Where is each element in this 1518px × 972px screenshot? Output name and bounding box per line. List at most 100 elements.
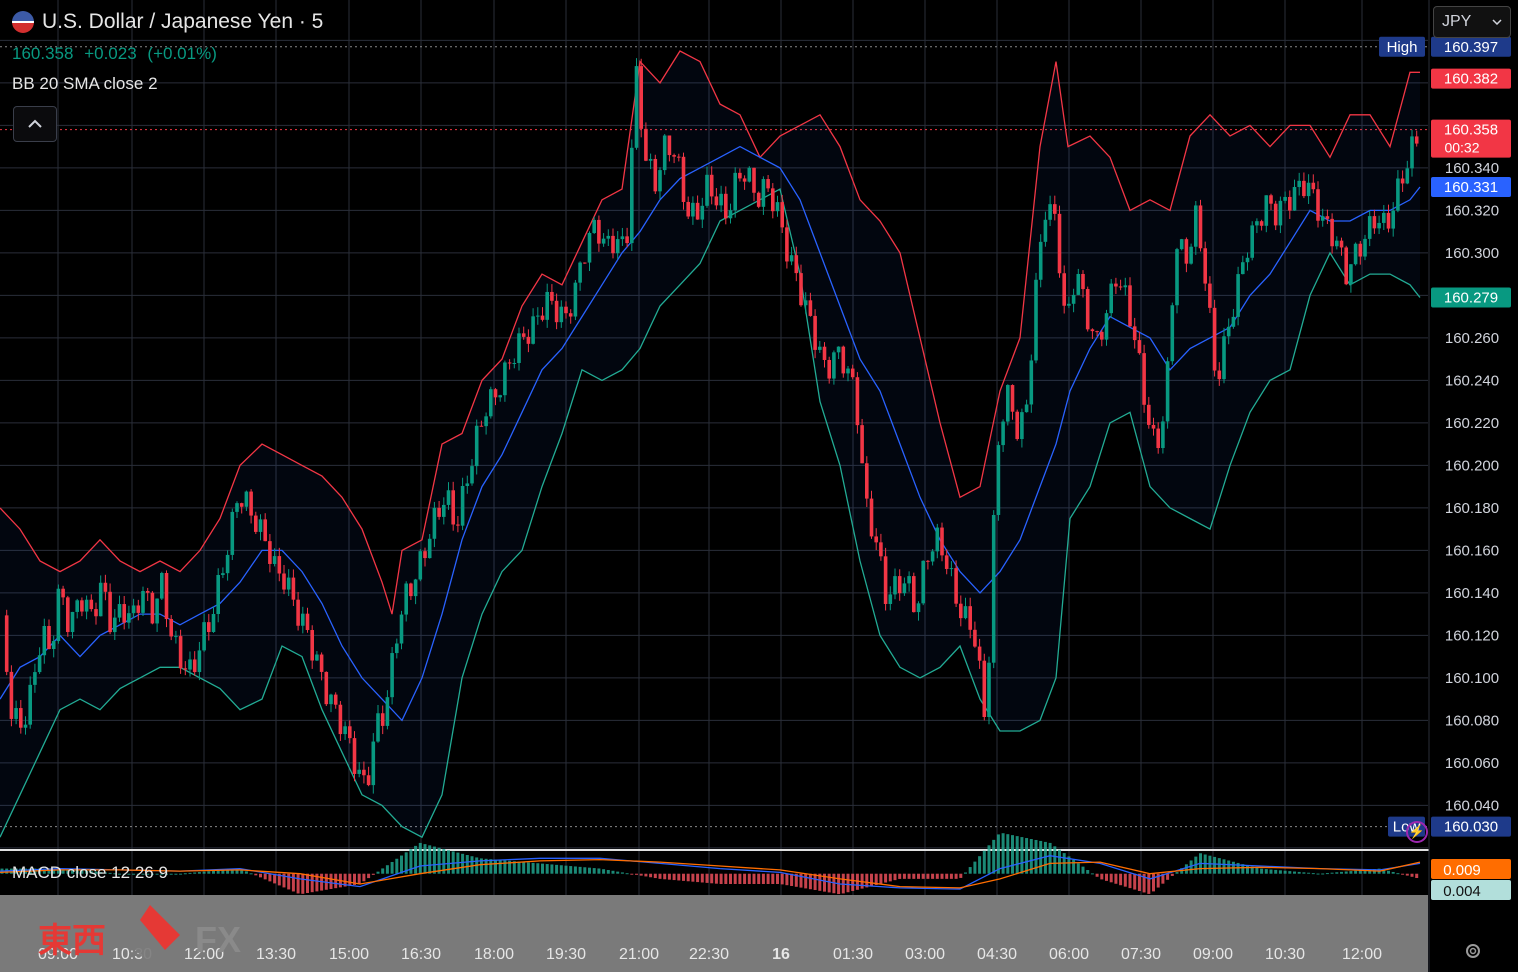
macd-histogram-bar	[1090, 873, 1094, 875]
candle-body	[127, 613, 131, 623]
macd-histogram-bar	[1058, 849, 1061, 874]
macd-histogram-bar	[959, 873, 963, 878]
macd-histogram-bar	[263, 873, 267, 880]
candle-body	[564, 306, 568, 314]
candle-body	[1161, 421, 1165, 449]
candle-body	[282, 573, 286, 590]
collapse-legend-button[interactable]	[13, 106, 57, 142]
candle-body	[766, 179, 770, 189]
macd-histogram-bar	[1015, 836, 1019, 874]
candle-body	[1335, 240, 1339, 247]
candle-body	[705, 174, 709, 206]
macd-histogram-bar	[724, 873, 728, 884]
candle-body	[1320, 216, 1325, 221]
candle-body	[1081, 273, 1085, 290]
candle-body	[902, 583, 907, 594]
candle-body	[489, 389, 493, 417]
macd-histogram-bar	[700, 873, 704, 883]
gear-icon[interactable]	[1462, 940, 1484, 962]
candle-body	[14, 708, 18, 719]
macd-histogram-bar	[1128, 873, 1132, 889]
macd-histogram-bar	[489, 859, 493, 874]
candle-body	[343, 726, 347, 735]
macd-histogram-bar	[1109, 873, 1113, 883]
candle-body	[1386, 212, 1391, 229]
price-change: +0.023	[84, 44, 137, 63]
macd-histogram-bar	[851, 873, 855, 892]
macd-histogram-bar	[254, 873, 258, 876]
candle-body	[456, 524, 460, 526]
candle-body	[1024, 404, 1029, 413]
candle-body	[399, 614, 404, 644]
candle-body	[912, 576, 916, 613]
macd-histogram-bar	[1274, 869, 1278, 874]
macd-histogram-bar	[1076, 863, 1080, 874]
candle-body	[427, 538, 432, 559]
candle-body	[1344, 247, 1348, 285]
macd-histogram-bar	[1283, 870, 1287, 874]
candle-body	[178, 636, 183, 669]
candle-body	[1231, 316, 1236, 327]
macd-histogram-bar	[682, 873, 685, 881]
countdown-label: 00:32	[1444, 140, 1479, 156]
candle-body	[987, 662, 991, 717]
candle-body	[333, 694, 338, 705]
macd-histogram-bar	[390, 861, 394, 874]
macd-histogram-bar	[207, 871, 211, 874]
macd-histogram-bar	[357, 873, 361, 885]
symbol-title[interactable]: U.S. Dollar / Japanese Yen · 5	[12, 10, 323, 34]
candle-body	[1184, 239, 1189, 264]
macd-histogram-bar	[954, 873, 958, 879]
macd-histogram-bar	[945, 873, 949, 879]
candle-body	[785, 227, 789, 262]
candle-body	[1156, 428, 1160, 449]
candle-body	[357, 769, 361, 774]
candle-body	[272, 556, 277, 564]
price-tick-label: 160.320	[1445, 202, 1499, 219]
macd-indicator-label[interactable]: MACD close 12 26 9	[12, 863, 168, 883]
candle-body	[794, 255, 799, 274]
price-tick-label: 160.060	[1445, 755, 1499, 772]
candle-body	[296, 599, 300, 626]
macd-histogram-bar	[625, 873, 629, 875]
candle-body	[268, 541, 272, 564]
candle-body	[1339, 240, 1344, 248]
macd-histogram-bar	[428, 845, 432, 874]
macd-histogram-bar	[1405, 873, 1409, 876]
candle-body	[1095, 331, 1099, 333]
candle-body	[446, 490, 451, 505]
candle-body	[550, 291, 554, 301]
candle-body	[192, 659, 197, 673]
macd-histogram-bar	[1311, 873, 1315, 875]
macd-histogram-bar	[385, 865, 389, 874]
price-chart[interactable]: 160.400160.380160.360160.340160.320160.3…	[0, 0, 1518, 972]
candle-body	[1189, 246, 1193, 264]
macd-histogram-bar	[1340, 871, 1343, 874]
macd-histogram-bar	[912, 873, 916, 879]
macd-histogram-bar	[1264, 869, 1268, 874]
macd-histogram-bar	[414, 845, 418, 874]
candle-body	[1114, 283, 1118, 287]
candle-body	[1053, 204, 1057, 214]
macd-histogram-bar	[1184, 864, 1188, 874]
macd-histogram-bar	[249, 873, 253, 875]
candle-body	[66, 597, 70, 633]
candle-body	[658, 170, 662, 192]
macd-histogram-bar	[1344, 871, 1348, 874]
lightning-icon[interactable]: ⚡	[1406, 821, 1428, 843]
macd-histogram-bar	[1011, 835, 1014, 874]
candle-body	[1278, 200, 1283, 226]
candle-body	[1316, 189, 1320, 221]
macd-histogram-bar	[1227, 860, 1231, 874]
candle-body	[474, 425, 479, 467]
candle-body	[221, 573, 225, 575]
macd-histogram-bar	[470, 856, 474, 874]
candle-body	[1306, 182, 1311, 197]
macd-histogram-bar	[259, 873, 262, 878]
macd-histogram-bar	[1081, 866, 1085, 874]
candle-body	[686, 201, 690, 217]
candle-body	[230, 511, 235, 555]
bb-indicator-label[interactable]: BB 20 SMA close 2	[12, 74, 158, 94]
macd-histogram-bar	[677, 873, 681, 881]
currency-select[interactable]: JPY	[1433, 6, 1511, 38]
